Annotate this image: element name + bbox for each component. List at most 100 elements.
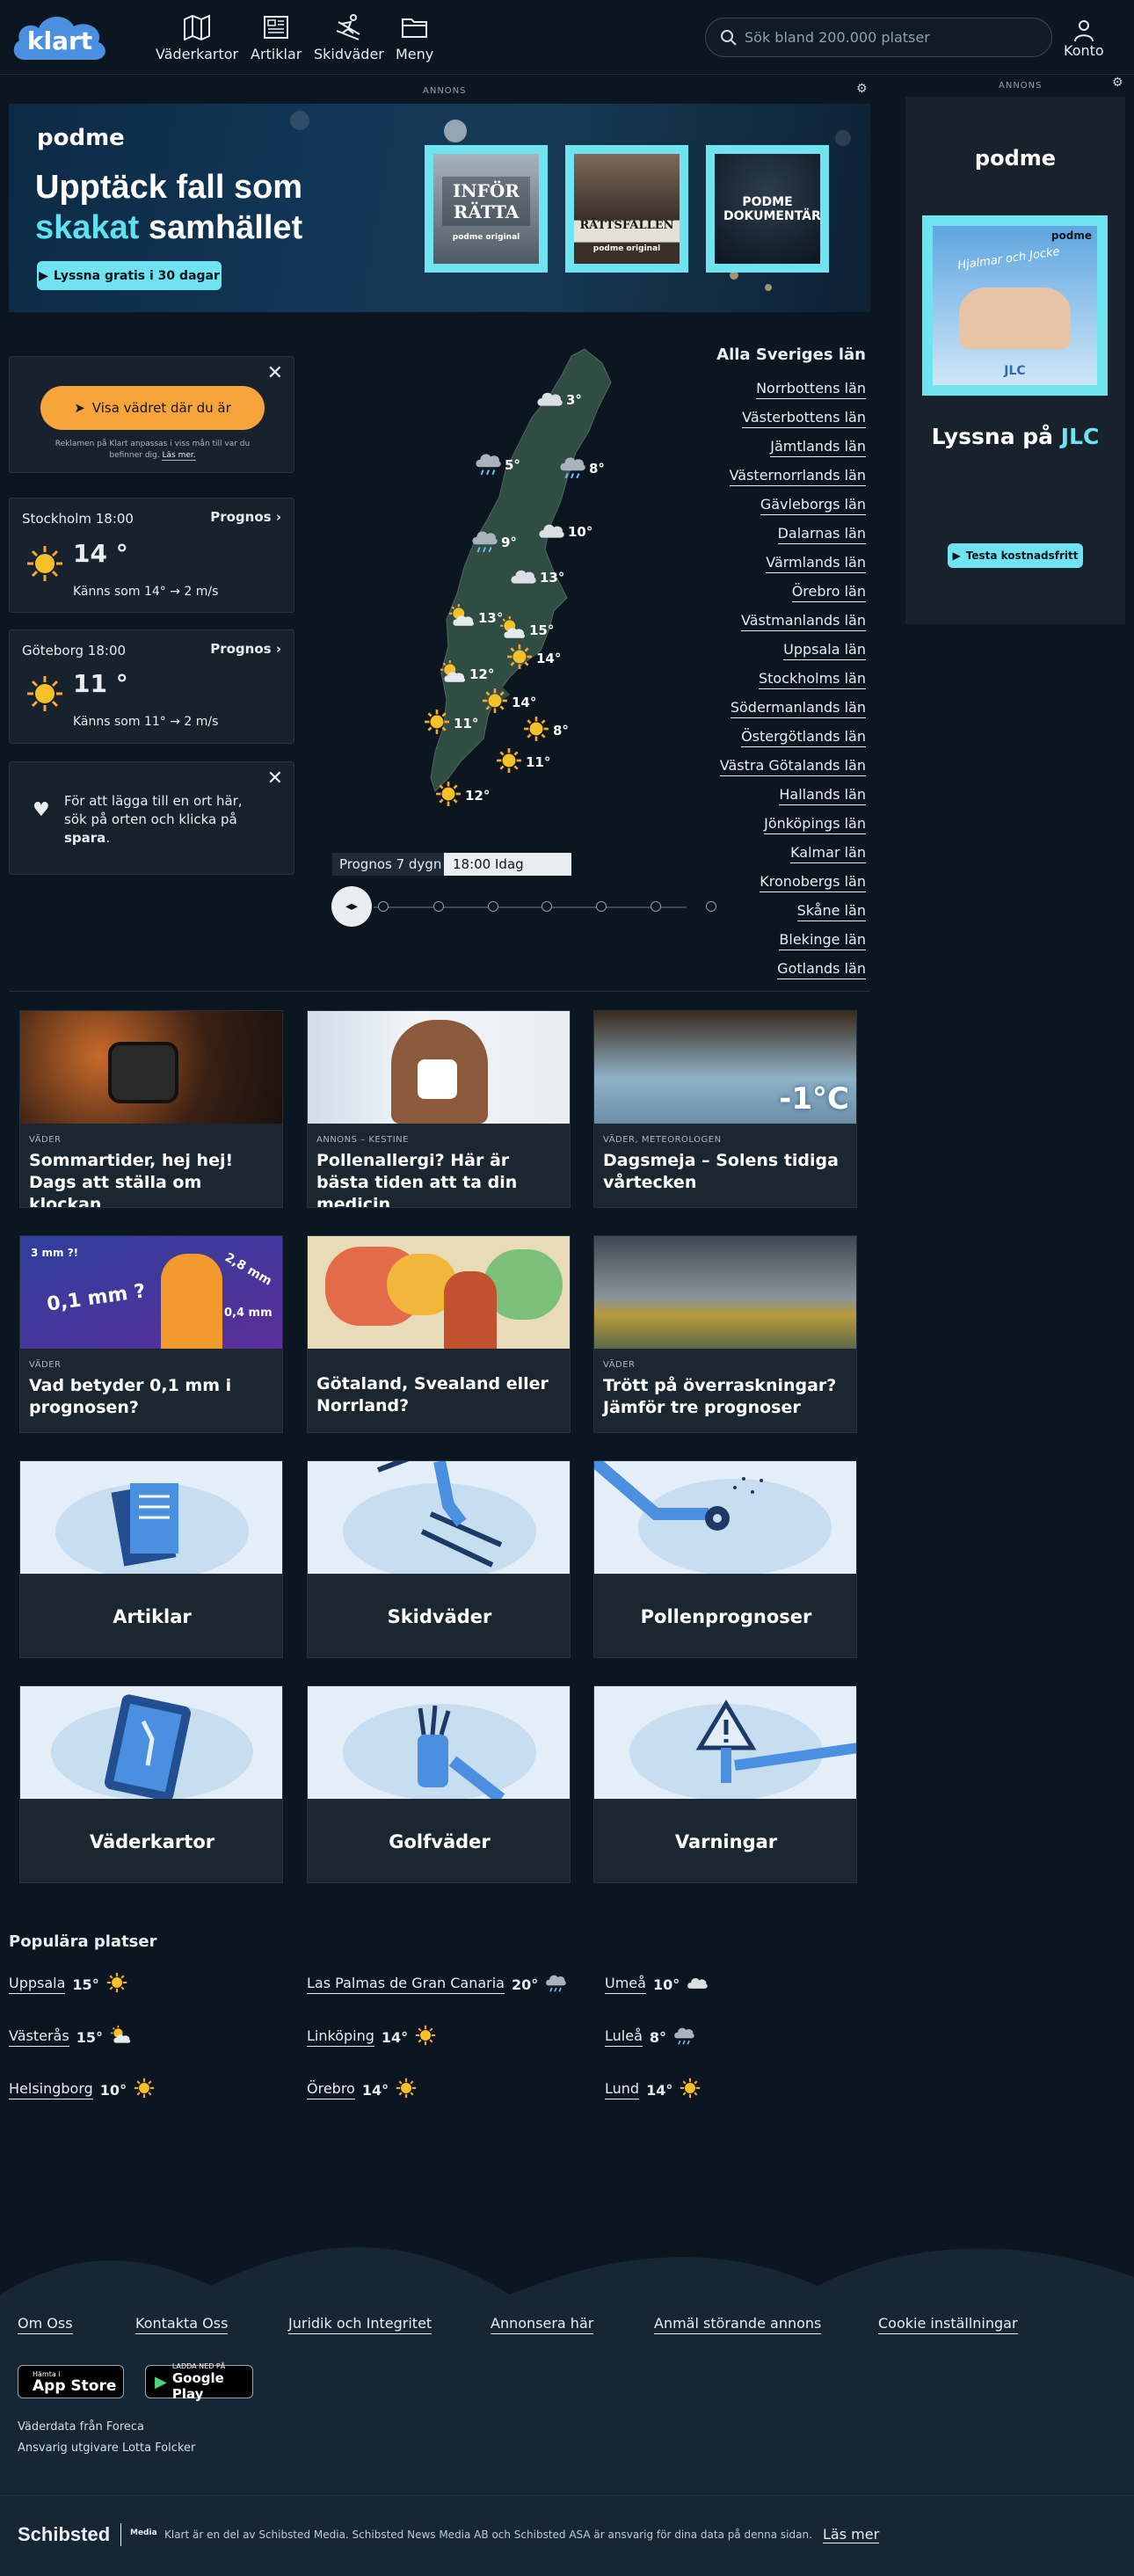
lan-link[interactable]: Kronobergs län [760, 873, 866, 892]
popular-place[interactable]: Örebro 14° [307, 2078, 417, 2102]
nav-meny[interactable]: Meny [396, 14, 433, 62]
map-weather-marker[interactable]: 13° [448, 603, 503, 633]
map-weather-marker[interactable]: 12° [435, 781, 490, 811]
try-free-button[interactable]: ▶ Testa kostnadsfritt [948, 543, 1083, 568]
lan-link[interactable]: Örebro län [791, 583, 866, 602]
footer-link[interactable]: Om Oss [18, 2315, 73, 2334]
place-name[interactable]: Lund [605, 2080, 640, 2099]
map-weather-marker[interactable]: 14° [482, 688, 536, 717]
popular-place[interactable]: Las Palmas de Gran Canaria 20° [307, 1972, 567, 1997]
popular-place[interactable]: Luleå 8° [605, 2025, 694, 2049]
lan-link[interactable]: Södermanlands län [730, 699, 866, 718]
place-name[interactable]: Luleå [605, 2027, 643, 2047]
lan-link[interactable]: Dalarnas län [777, 525, 866, 544]
map-weather-marker[interactable]: 5° [475, 450, 520, 480]
map-weather-marker[interactable]: 14° [506, 644, 561, 673]
gear-icon[interactable]: ⚙ [1112, 76, 1123, 90]
account-button[interactable]: Konto [1064, 18, 1104, 59]
lan-link[interactable]: Skåne län [796, 902, 866, 921]
slider-day-marker[interactable] [706, 901, 716, 912]
article-card[interactable]: 0,1 mm ? 3 mm ?! 2,8 mm 0,4 mm VÄDER Vad… [19, 1235, 283, 1433]
category-pollenprognoser[interactable]: Pollenprognoser [593, 1460, 857, 1658]
prognos-link[interactable]: Prognos › [210, 641, 281, 657]
close-icon[interactable]: ✕ [267, 362, 283, 384]
category-skidvader[interactable]: Skidväder [307, 1460, 571, 1658]
map-weather-marker[interactable]: 12° [440, 659, 494, 689]
schibsted-logo[interactable]: Schibsted [18, 2523, 110, 2546]
lan-link[interactable]: Kalmar län [790, 844, 866, 863]
lan-link[interactable]: Västmanlands län [740, 612, 866, 631]
article-card[interactable]: -1°C VÄDER, METEOROLOGEN Dagsmeja – Sole… [593, 1010, 857, 1208]
lan-link[interactable]: Gotlands län [777, 960, 866, 979]
place-name[interactable]: Västerås [9, 2027, 69, 2047]
lan-link[interactable]: Jämtlands län [770, 438, 866, 457]
slider-day-marker[interactable] [433, 901, 444, 912]
listen-free-button[interactable]: ▶ Lyssna gratis i 30 dagar [37, 261, 222, 290]
footer-link[interactable]: Kontakta Oss [135, 2315, 229, 2334]
lan-link[interactable]: Gävleborgs län [760, 496, 866, 515]
map-weather-marker[interactable]: 13° [510, 563, 564, 593]
popular-place[interactable]: Linköping 14° [307, 2025, 436, 2049]
podme-banner-ad[interactable]: podme Upptäck fall som skakat samhället … [9, 104, 870, 312]
show-weather-here-button[interactable]: ➤ Visa vädret där du är [40, 386, 265, 430]
time-slider-track[interactable] [374, 906, 687, 908]
popular-place[interactable]: Umeå 10° [605, 1972, 708, 1997]
lan-link[interactable]: Jönköpings län [764, 815, 866, 834]
popular-place[interactable]: Västerås 15° [9, 2025, 131, 2049]
klart-logo[interactable]: klart [9, 7, 111, 67]
close-icon[interactable]: ✕ [267, 768, 283, 790]
place-name[interactable]: Örebro [307, 2080, 355, 2099]
slider-day-marker[interactable] [542, 901, 552, 912]
read-more-link[interactable]: Läs mer [823, 2526, 880, 2543]
map-weather-marker[interactable]: 8° [559, 454, 605, 484]
time-slider-handle[interactable]: ◂▸ [331, 886, 372, 927]
lan-link[interactable]: Värmlands län [766, 554, 866, 573]
footer-link[interactable]: Anmäl störande annons [654, 2315, 822, 2334]
lan-link[interactable]: Uppsala län [783, 641, 866, 660]
lan-link[interactable]: Västerbottens län [742, 409, 866, 428]
prognos-time-select[interactable]: 18:00 Idag [444, 853, 571, 876]
read-more-link[interactable]: Läs mer. [162, 451, 196, 461]
gear-icon[interactable]: ⚙ [856, 82, 868, 96]
nav-vaderkartor[interactable]: Väderkartor [156, 14, 238, 62]
forecast-card-stockholm[interactable]: Stockholm 18:00 Prognos › 14 ° Känns som… [9, 498, 294, 613]
category-artiklar[interactable]: Artiklar [19, 1460, 283, 1658]
map-weather-marker[interactable]: 11° [424, 709, 478, 739]
google-play-button[interactable]: ▶ LADDA NED PÅ Google Play [145, 2362, 253, 2402]
slider-day-marker[interactable] [488, 901, 498, 912]
lan-link[interactable]: Blekinge län [779, 931, 866, 950]
article-card[interactable]: ANNONS – KESTINE Pollenallergi? Här är b… [307, 1010, 571, 1208]
search-input[interactable]: Sök bland 200.000 platser [705, 18, 1052, 57]
lan-link[interactable]: Stockholms län [758, 670, 866, 689]
podme-side-ad[interactable]: podme podme Hjalmar och Jocke JLC Lyssna… [905, 97, 1125, 624]
slider-day-marker[interactable] [378, 901, 389, 912]
map-weather-marker[interactable]: 9° [471, 528, 517, 557]
place-name[interactable]: Helsingborg [9, 2080, 93, 2099]
nav-artiklar[interactable]: Artiklar [251, 14, 302, 62]
prognos-link[interactable]: Prognos › [210, 509, 281, 525]
lan-link[interactable]: Östergötlands län [741, 728, 866, 747]
category-varningar[interactable]: Varningar [593, 1685, 857, 1883]
lan-link[interactable]: Norrbottens län [756, 380, 866, 399]
slider-day-marker[interactable] [596, 901, 607, 912]
article-card[interactable]: VÄDER Sommartider, hej hej! Dags att stä… [19, 1010, 283, 1208]
category-vaderkartor[interactable]: Väderkartor [19, 1685, 283, 1883]
article-card[interactable]: Götaland, Svealand eller Norrland? [307, 1235, 571, 1433]
place-name[interactable]: Uppsala [9, 1975, 66, 1994]
map-weather-marker[interactable]: 10° [538, 517, 592, 547]
lan-link[interactable]: Västernorrlands län [729, 467, 866, 486]
popular-place[interactable]: Helsingborg 10° [9, 2078, 155, 2102]
category-golfvader[interactable]: Golfväder [307, 1685, 571, 1883]
slider-day-marker[interactable] [651, 901, 661, 912]
map-weather-marker[interactable]: 11° [496, 747, 550, 777]
map-weather-marker[interactable]: 8° [523, 716, 569, 746]
nav-skidvader[interactable]: Skidväder [314, 14, 384, 62]
lan-link[interactable]: Hallands län [779, 786, 866, 805]
popular-place[interactable]: Uppsala 15° [9, 1972, 127, 1997]
article-card[interactable]: VÄDER Trött på överraskningar? Jämför tr… [593, 1235, 857, 1433]
map-weather-marker[interactable]: 15° [499, 615, 554, 645]
footer-link[interactable]: Cookie inställningar [878, 2315, 1018, 2334]
place-name[interactable]: Linköping [307, 2027, 374, 2047]
footer-link[interactable]: Annonsera här [491, 2315, 594, 2334]
popular-place[interactable]: Lund 14° [605, 2078, 701, 2102]
